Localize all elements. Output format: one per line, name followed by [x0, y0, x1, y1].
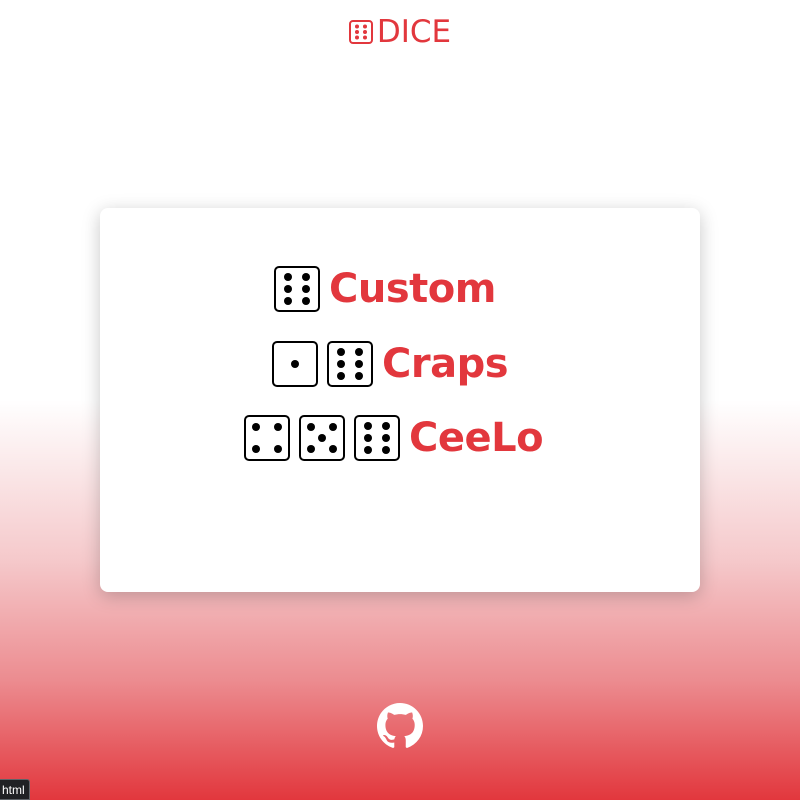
github-link[interactable]: [377, 703, 423, 749]
dice-six-icon: [274, 266, 320, 312]
menu-item-ceelo[interactable]: CeeLo: [244, 414, 544, 462]
dice-four-icon: [244, 415, 290, 461]
site-title: DICE: [376, 14, 452, 50]
dice-six-icon: [354, 415, 400, 461]
dice-six-icon: [327, 341, 373, 387]
site-header: DICE: [0, 14, 800, 50]
dice-five-icon: [299, 415, 345, 461]
menu-item-label: CeeLo: [409, 415, 544, 461]
status-url-tooltip: html: [0, 779, 30, 800]
menu-item-craps[interactable]: Craps: [272, 340, 509, 388]
menu-item-label: Custom: [329, 266, 496, 312]
github-icon: [377, 703, 423, 748]
game-mode-card: Custom Craps CeeLo: [100, 208, 700, 592]
dice-logo-icon: [348, 20, 373, 44]
menu-item-custom[interactable]: Custom: [274, 265, 496, 313]
dice-one-icon: [272, 341, 318, 387]
menu-item-label: Craps: [382, 341, 509, 387]
